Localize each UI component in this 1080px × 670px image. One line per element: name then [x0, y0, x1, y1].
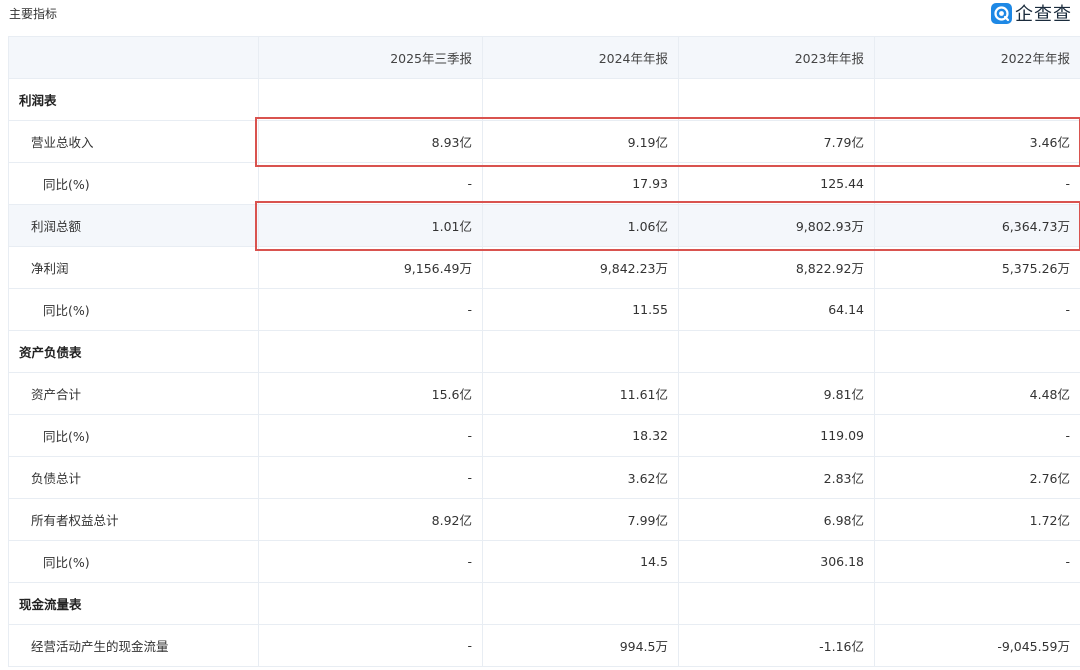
row-label: 负债总计	[8, 456, 259, 499]
table-cell: -	[874, 540, 1080, 583]
table-cell: 1.72亿	[874, 498, 1080, 541]
table-cell: 6.98亿	[678, 498, 875, 541]
column-header[interactable]: 2025年三季报	[258, 36, 483, 79]
row-label: 营业总收入	[8, 120, 259, 163]
section-row: 现金流量表	[8, 582, 1080, 625]
table-cell: 4.48亿	[874, 372, 1080, 415]
row-label: 资产合计	[8, 372, 259, 415]
table-cell: 11.61亿	[482, 372, 679, 415]
brand-name: 企查查	[1015, 4, 1072, 25]
table-cell	[678, 582, 875, 625]
table-cell: 2.83亿	[678, 456, 875, 499]
table-cell: 9,156.49万	[258, 246, 483, 289]
table-cell: 15.6亿	[258, 372, 483, 415]
table-cell: -	[258, 456, 483, 499]
table-cell	[482, 78, 679, 121]
table-cell: -9,045.59万	[874, 624, 1080, 667]
indicators-table-container: 2025年三季报 2024年年报 2023年年报 2022年年报 利润表 营业总收…	[8, 36, 1080, 670]
section-title: 利润表	[8, 78, 259, 121]
brand-logo: 企查查	[991, 1, 1072, 25]
column-header[interactable]: 2022年年报	[874, 36, 1080, 79]
table-cell: 5,375.26万	[874, 246, 1080, 289]
table-cell: 3.46亿	[874, 120, 1080, 163]
row-label: 经营活动产生的现金流量	[8, 624, 259, 667]
column-header[interactable]: 2024年年报	[482, 36, 679, 79]
table-row: 负债总计 -3.62亿 2.83亿 2.76亿	[8, 456, 1080, 499]
table-row: 营业总收入 8.93亿 9.19亿 7.79亿 3.46亿	[8, 120, 1080, 163]
table-row: 资产合计 15.6亿 11.61亿 9.81亿 4.48亿	[8, 372, 1080, 415]
row-label: 同比(%)	[8, 540, 259, 583]
table-cell: 6,364.73万	[874, 204, 1080, 247]
table-cell: 17.93	[482, 162, 679, 205]
table-cell: 14.5	[482, 540, 679, 583]
column-header-blank	[8, 36, 259, 79]
table-cell: 1.06亿	[482, 204, 679, 247]
column-header[interactable]: 2023年年报	[678, 36, 875, 79]
table-row: 同比(%) -11.55 64.14-	[8, 288, 1080, 331]
table-cell: 7.99亿	[482, 498, 679, 541]
table-row: 利润总额 1.01亿 1.06亿 9,802.93万 6,364.73万	[8, 204, 1080, 247]
table-cell: -1.16亿	[678, 624, 875, 667]
section-row: 资产负债表	[8, 330, 1080, 373]
section-title: 现金流量表	[8, 582, 259, 625]
table-cell: 9,842.23万	[482, 246, 679, 289]
table-cell: -	[258, 624, 483, 667]
table-cell: 9,802.93万	[678, 204, 875, 247]
table-cell: -	[258, 288, 483, 331]
table-cell	[874, 330, 1080, 373]
row-label: 同比(%)	[8, 414, 259, 457]
page-title: 主要指标	[9, 7, 58, 21]
table-cell: 9.19亿	[482, 120, 679, 163]
table-cell: 994.5万	[482, 624, 679, 667]
row-label: 净利润	[8, 246, 259, 289]
row-label: 同比(%)	[8, 288, 259, 331]
table-cell	[482, 330, 679, 373]
table-cell: 306.18	[678, 540, 875, 583]
table-cell: 119.09	[678, 414, 875, 457]
row-label: 利润总额	[8, 204, 259, 247]
table-cell: 125.44	[678, 162, 875, 205]
indicators-table: 2025年三季报 2024年年报 2023年年报 2022年年报 利润表 营业总收…	[8, 36, 1080, 667]
table-cell: 1.01亿	[258, 204, 483, 247]
table-cell	[874, 582, 1080, 625]
table-cell: 18.32	[482, 414, 679, 457]
table-cell: 7.79亿	[678, 120, 875, 163]
table-cell: 11.55	[482, 288, 679, 331]
table-cell: -	[874, 162, 1080, 205]
table-cell	[874, 78, 1080, 121]
table-header-row: 2025年三季报 2024年年报 2023年年报 2022年年报	[8, 36, 1080, 79]
table-row: 净利润 9,156.49万 9,842.23万 8,822.92万 5,375.26万	[8, 246, 1080, 289]
qichacha-logo-icon	[991, 2, 1012, 24]
table-cell	[482, 582, 679, 625]
table-cell: 8.93亿	[258, 120, 483, 163]
table-cell: -	[874, 414, 1080, 457]
table-cell	[258, 78, 483, 121]
table-cell: 8.92亿	[258, 498, 483, 541]
table-row: 同比(%) -14.5 306.18-	[8, 540, 1080, 583]
table-cell	[258, 330, 483, 373]
section-row: 利润表	[8, 78, 1080, 121]
table-cell: -	[258, 540, 483, 583]
section-title: 资产负债表	[8, 330, 259, 373]
table-row: 同比(%) -17.93 125.44-	[8, 162, 1080, 205]
table-cell: -	[874, 288, 1080, 331]
table-cell: 2.76亿	[874, 456, 1080, 499]
table-cell: 8,822.92万	[678, 246, 875, 289]
table-cell: -	[258, 414, 483, 457]
table-cell: 9.81亿	[678, 372, 875, 415]
table-cell	[678, 78, 875, 121]
table-row: 同比(%) -18.32 119.09-	[8, 414, 1080, 457]
table-row: 所有者权益总计 8.92亿 7.99亿 6.98亿 1.72亿	[8, 498, 1080, 541]
table-cell	[258, 582, 483, 625]
table-cell: 3.62亿	[482, 456, 679, 499]
table-cell	[678, 330, 875, 373]
top-bar: 主要指标 企查查	[0, 0, 1080, 32]
row-label: 所有者权益总计	[8, 498, 259, 541]
table-cell: -	[258, 162, 483, 205]
row-label: 同比(%)	[8, 162, 259, 205]
table-cell: 64.14	[678, 288, 875, 331]
table-row: 经营活动产生的现金流量 -994.5万 -1.16亿 -9,045.59万	[8, 624, 1080, 667]
